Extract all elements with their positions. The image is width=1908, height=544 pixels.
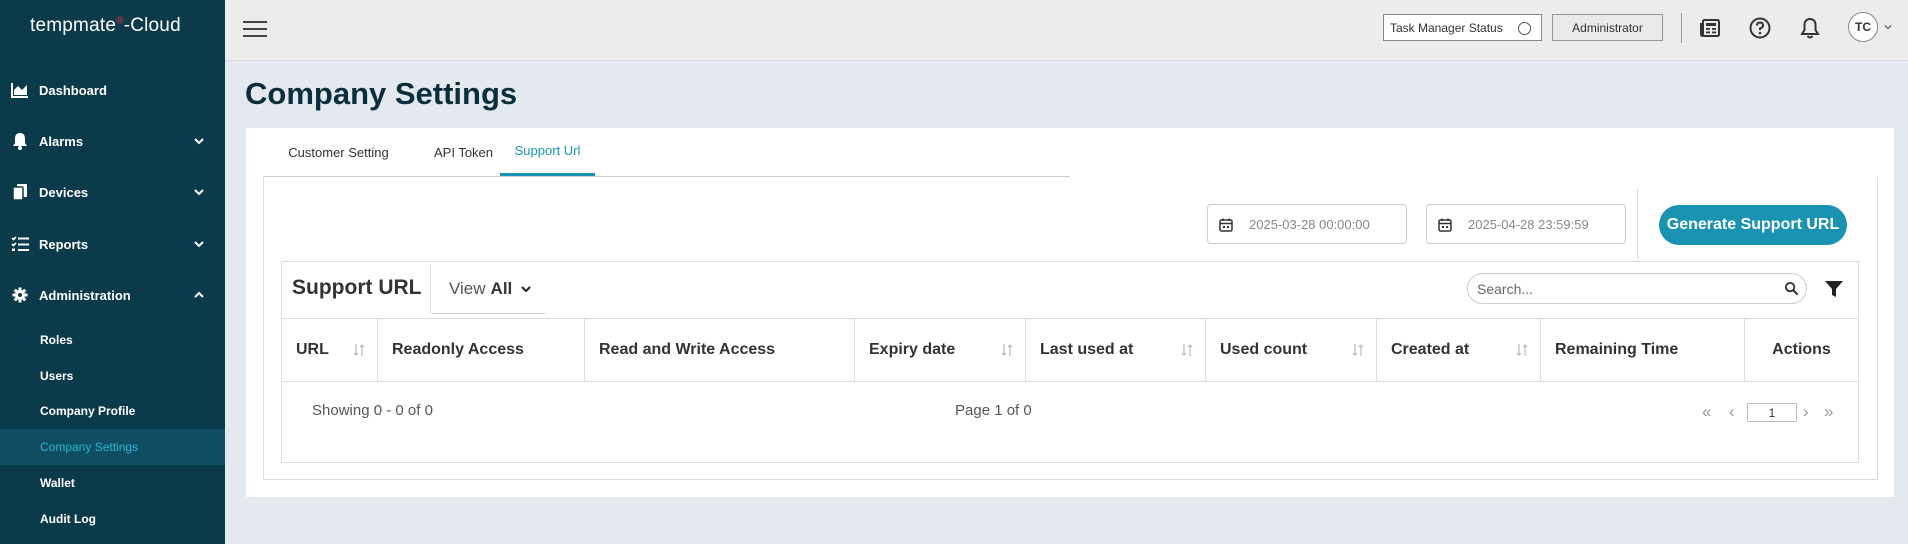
chevron-down-icon xyxy=(194,189,204,196)
sidebar-item-label: Dashboard xyxy=(39,82,107,98)
task-manager-status[interactable]: Task Manager Status xyxy=(1383,14,1542,41)
sidebar-item-label: Alarms xyxy=(39,133,84,149)
page-title: Company Settings xyxy=(245,76,518,111)
bell-icon xyxy=(10,131,30,151)
chevron-up-icon xyxy=(194,291,204,298)
gear-icon xyxy=(10,285,30,305)
sidebar-item-label: Reports xyxy=(39,236,89,252)
user-avatar[interactable]: TC xyxy=(1848,12,1878,42)
sidebar-item-reports[interactable]: Reports xyxy=(0,224,225,264)
column-label: Actions xyxy=(1772,341,1831,358)
search-input[interactable] xyxy=(1467,273,1807,304)
help-icon[interactable] xyxy=(1747,15,1773,41)
tab-support-url[interactable]: Support Url xyxy=(500,128,595,176)
sidebar-item-alarms[interactable]: Alarms xyxy=(0,121,225,161)
status-circle-icon xyxy=(1518,22,1531,35)
divider xyxy=(1681,13,1682,43)
sidebar-subitem-wallet[interactable]: Wallet xyxy=(0,465,225,501)
sidebar-item-administration[interactable]: Administration xyxy=(0,275,225,315)
sidebar-item-label: Devices xyxy=(39,184,89,200)
sort-icon xyxy=(1181,344,1193,356)
next-page-icon[interactable]: › xyxy=(1803,402,1809,422)
sort-icon xyxy=(1001,344,1013,356)
column-label: URL xyxy=(296,341,329,358)
view-underline xyxy=(432,313,545,314)
column-label: Readonly Access xyxy=(392,341,524,358)
sidebar: tempmate®-Cloud Dashboard Alarms Devices… xyxy=(0,0,225,544)
column-header-expiry-date[interactable]: Expiry date xyxy=(855,319,1026,381)
news-icon[interactable] xyxy=(1697,15,1723,41)
view-filter-dropdown[interactable]: View All xyxy=(430,264,545,314)
top-bar: Task Manager Status Administrator TC xyxy=(225,0,1908,61)
list-check-icon xyxy=(10,234,30,254)
view-value: All xyxy=(490,279,513,298)
column-label: Created at xyxy=(1391,341,1470,358)
column-label: Used count xyxy=(1220,341,1308,358)
chevron-down-icon xyxy=(521,286,531,293)
notification-bell-icon[interactable] xyxy=(1797,15,1823,41)
devices-icon xyxy=(10,182,30,202)
table-header: URL Readonly Access Read and Write Acces… xyxy=(282,318,1858,382)
administrator-button[interactable]: Administrator xyxy=(1552,14,1663,41)
column-label: Expiry date xyxy=(869,341,956,358)
sidebar-item-label: Administration xyxy=(39,287,131,303)
pagination-summary: Showing 0 - 0 of 0 xyxy=(312,402,433,419)
column-header-created-at[interactable]: Created at xyxy=(1377,319,1541,381)
tab-customer-setting[interactable]: Customer Setting xyxy=(262,128,415,176)
sidebar-subitem-company-settings[interactable]: Company Settings xyxy=(0,429,225,465)
start-date-input[interactable]: 2025-03-28 00:00:00 xyxy=(1207,204,1407,244)
divider xyxy=(1637,188,1638,260)
view-label: View xyxy=(449,279,486,298)
calendar-icon xyxy=(1219,218,1233,232)
column-label: Read and Write Access xyxy=(599,341,776,358)
list-title: Support URL xyxy=(292,276,422,299)
end-date-value: 2025-04-28 23:59:59 xyxy=(1468,216,1589,232)
column-header-used-count[interactable]: Used count xyxy=(1206,319,1377,381)
sidebar-item-dashboard[interactable]: Dashboard xyxy=(0,70,225,110)
previous-page-icon[interactable]: ‹ xyxy=(1729,402,1735,422)
sidebar-subitem-roles[interactable]: Roles xyxy=(0,322,225,358)
sidebar-item-devices[interactable]: Devices xyxy=(0,172,225,212)
sort-icon xyxy=(1352,344,1364,356)
sidebar-subitem-company-profile[interactable]: Company Profile xyxy=(0,393,225,429)
chart-area-icon xyxy=(10,80,30,100)
start-date-value: 2025-03-28 00:00:00 xyxy=(1249,216,1370,232)
column-header-actions: Actions xyxy=(1745,319,1858,381)
current-page-input[interactable] xyxy=(1747,403,1797,422)
sidebar-subitem-audit-log[interactable]: Audit Log xyxy=(0,501,225,537)
chevron-down-icon xyxy=(194,138,204,145)
generate-support-url-button[interactable]: Generate Support URL xyxy=(1659,205,1847,245)
chevron-down-icon xyxy=(194,241,204,248)
column-header-read-write-access[interactable]: Read and Write Access xyxy=(585,319,855,381)
sort-icon xyxy=(1516,344,1528,356)
column-header-remaining-time[interactable]: Remaining Time xyxy=(1541,319,1745,381)
task-manager-status-label: Task Manager Status xyxy=(1390,20,1503,35)
last-page-icon[interactable]: » xyxy=(1824,402,1833,422)
logo-suffix: -Cloud xyxy=(123,15,181,36)
logo-text: tempmate xyxy=(30,15,117,36)
column-label: Last used at xyxy=(1040,341,1134,358)
column-label: Remaining Time xyxy=(1555,341,1679,358)
page-info: Page 1 of 0 xyxy=(955,402,1032,419)
sort-icon xyxy=(353,344,365,356)
end-date-input[interactable]: 2025-04-28 23:59:59 xyxy=(1426,204,1626,244)
logo-mark: ® xyxy=(116,15,124,27)
search-icon[interactable] xyxy=(1784,281,1799,296)
column-header-readonly-access[interactable]: Readonly Access xyxy=(378,319,585,381)
app-logo[interactable]: tempmate®-Cloud xyxy=(30,15,181,37)
column-header-url[interactable]: URL xyxy=(282,319,378,381)
calendar-icon xyxy=(1438,218,1452,232)
tab-api-token[interactable]: API Token xyxy=(415,128,512,176)
chevron-down-icon[interactable] xyxy=(1883,22,1893,32)
filter-icon[interactable] xyxy=(1824,280,1844,298)
hamburger-menu-icon[interactable] xyxy=(243,21,267,39)
column-header-last-used-at[interactable]: Last used at xyxy=(1026,319,1206,381)
first-page-icon[interactable]: « xyxy=(1702,402,1711,422)
sidebar-subitem-users[interactable]: Users xyxy=(0,358,225,394)
